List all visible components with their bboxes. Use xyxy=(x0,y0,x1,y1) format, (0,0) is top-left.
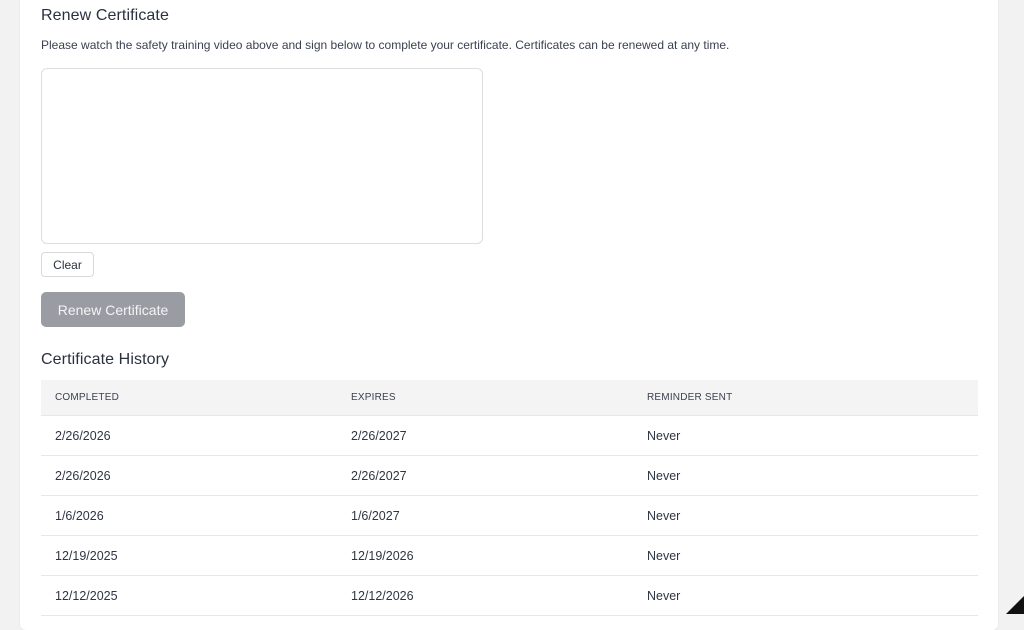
renew-certificate-button[interactable]: Renew Certificate xyxy=(41,292,185,327)
completed-cell: 2/26/2026 xyxy=(41,416,337,456)
reminder-sent-cell: Never xyxy=(633,416,978,456)
certificate-history-table: COMPLETED EXPIRES REMINDER SENT 2/26/202… xyxy=(41,380,978,616)
completed-cell: 1/6/2026 xyxy=(41,496,337,536)
completed-cell: 12/19/2025 xyxy=(41,536,337,576)
completed-cell: 2/26/2026 xyxy=(41,456,337,496)
renew-instructions: Please watch the safety training video a… xyxy=(41,38,729,52)
table-row: 12/12/2025 12/12/2026 Never xyxy=(41,576,978,616)
certificate-history-heading: Certificate History xyxy=(41,351,169,369)
table-row: 12/19/2025 12/19/2026 Never xyxy=(41,536,978,576)
signature-pad[interactable] xyxy=(41,68,483,244)
certificate-card: Renew Certificate Please watch the safet… xyxy=(20,0,998,630)
column-header-reminder-sent: REMINDER SENT xyxy=(633,380,978,416)
expires-cell: 1/6/2027 xyxy=(337,496,633,536)
expires-cell: 2/26/2027 xyxy=(337,416,633,456)
reminder-sent-cell: Never xyxy=(633,536,978,576)
reminder-sent-cell: Never xyxy=(633,496,978,536)
table-row: 2/26/2026 2/26/2027 Never xyxy=(41,456,978,496)
reminder-sent-cell: Never xyxy=(633,576,978,616)
renew-certificate-heading: Renew Certificate xyxy=(41,7,169,25)
reminder-sent-cell: Never xyxy=(633,456,978,496)
table-row: 1/6/2026 1/6/2027 Never xyxy=(41,496,978,536)
completed-cell: 12/12/2025 xyxy=(41,576,337,616)
expires-cell: 12/19/2026 xyxy=(337,536,633,576)
column-header-completed: COMPLETED xyxy=(41,380,337,416)
window-corner xyxy=(1006,596,1024,614)
expires-cell: 12/12/2026 xyxy=(337,576,633,616)
clear-signature-button[interactable]: Clear xyxy=(41,252,94,277)
column-header-expires: EXPIRES xyxy=(337,380,633,416)
expires-cell: 2/26/2027 xyxy=(337,456,633,496)
table-row: 2/26/2026 2/26/2027 Never xyxy=(41,416,978,456)
table-header-row: COMPLETED EXPIRES REMINDER SENT xyxy=(41,380,978,416)
